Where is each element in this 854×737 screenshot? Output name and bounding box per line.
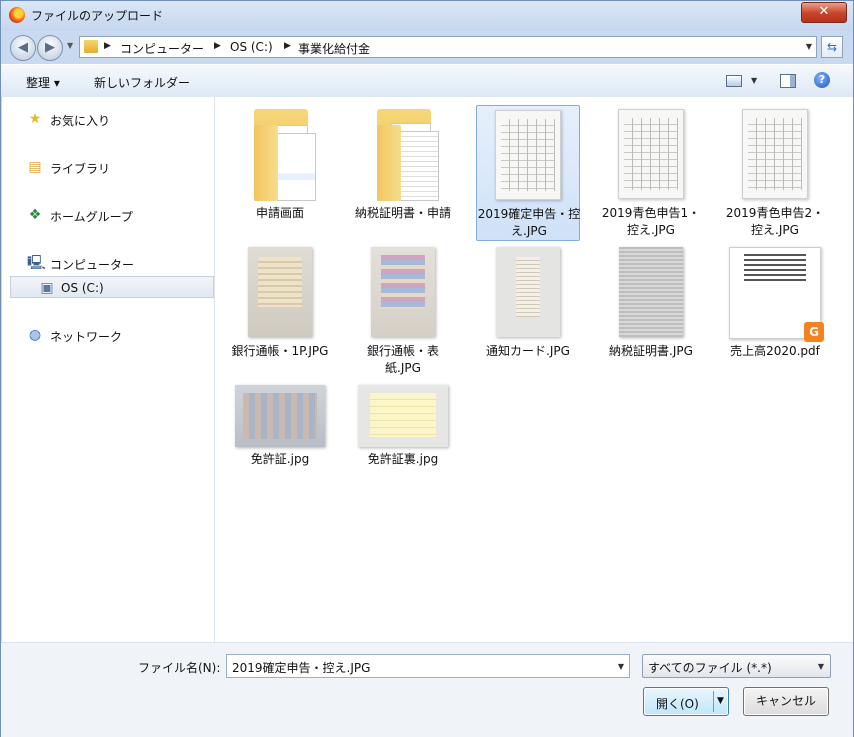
breadcrumb-folder[interactable]: 事業化給付金 [298, 40, 370, 57]
file-name: 売上高2020.pdf [730, 344, 820, 358]
file-item-selected[interactable]: 2019確定申告・控え.JPG [476, 105, 580, 241]
chevron-down-icon[interactable]: ▼ [806, 42, 812, 51]
file-item[interactable]: G 売上高2020.pdf [723, 243, 827, 379]
toolbar: 整理 ▾ 新しいフォルダー ▼ ? [1, 64, 853, 98]
image-thumbnail [235, 385, 325, 447]
image-thumbnail [618, 109, 684, 199]
firefox-icon [9, 7, 25, 23]
file-name: 2019確定申告・控え.JPG [477, 207, 581, 238]
navigation-pane: ★ お気に入り ▤ ライブラリ ❖ ホームグループ 🖳 コンピューター ▣ OS… [2, 97, 215, 642]
computer-icon: 🖳 [27, 255, 46, 271]
file-item[interactable]: 2019青色申告2・控え.JPG [723, 105, 827, 241]
file-upload-dialog: ファイルのアップロード ✕ ◀ ▶ ▼ ▶ コンピューター ▶ OS (C:) … [0, 0, 854, 737]
close-button[interactable]: ✕ [801, 2, 847, 23]
image-thumbnail [619, 247, 683, 337]
file-name: 申請画面 [255, 206, 304, 220]
view-options-icon[interactable] [726, 75, 742, 87]
drive-icon: ▣ [40, 280, 54, 296]
sidebar-item-network[interactable]: ◍ ネットワーク [2, 324, 214, 346]
file-name: 免許証裏.jpg [367, 452, 439, 466]
file-item[interactable]: 2019青色申告1・控え.JPG [599, 105, 703, 241]
breadcrumb-drive[interactable]: OS (C:) [230, 40, 273, 54]
open-button[interactable]: 開く(O) ▼ [643, 687, 729, 716]
file-item[interactable]: 申請画面 [228, 105, 332, 241]
sidebar-item-label: ライブラリ [50, 162, 111, 176]
pdf-thumbnail: G [729, 247, 824, 342]
file-item[interactable]: 免許証裏.jpg [351, 381, 455, 517]
file-item[interactable]: 銀行通帳・表紙.JPG [351, 243, 455, 379]
chevron-right-icon[interactable]: ▶ [214, 41, 221, 51]
breadcrumb-computer[interactable]: コンピューター [120, 40, 204, 57]
sidebar-item-label: ネットワーク [50, 330, 123, 344]
filename-label: ファイル名(N): [138, 661, 221, 675]
image-thumbnail [248, 247, 312, 337]
cancel-button[interactable]: キャンセル [743, 687, 829, 716]
sidebar-item-label: ホームグループ [50, 210, 133, 224]
file-name: 納税証明書.JPG [609, 344, 693, 358]
address-row: ◀ ▶ ▼ ▶ コンピューター ▶ OS (C:) ▶ 事業化給付金 ▼ ⇆ [1, 31, 853, 63]
folder-icon [84, 40, 98, 53]
file-name: 納税証明書・申請 [354, 206, 451, 220]
sidebar-item-os-drive[interactable]: ▣ OS (C:) [10, 276, 214, 298]
chevron-right-icon[interactable]: ▶ [284, 41, 291, 51]
sidebar-item-libraries[interactable]: ▤ ライブラリ [2, 156, 214, 178]
library-icon: ▤ [28, 159, 42, 175]
filetype-select[interactable]: すべてのファイル (*.*) ▼ [642, 654, 831, 678]
title-bar: ファイルのアップロード ✕ [1, 1, 853, 31]
chevron-down-icon: ▼ [817, 662, 824, 671]
file-item[interactable]: 免許証.jpg [228, 381, 332, 517]
preview-pane-icon[interactable] [780, 74, 796, 88]
forward-button[interactable]: ▶ [37, 35, 63, 61]
file-item[interactable]: 納税証明書.JPG [599, 243, 703, 379]
sidebar-item-favorites[interactable]: ★ お気に入り [2, 108, 214, 130]
file-name: 2019青色申告2・控え.JPG [725, 206, 825, 237]
organize-button[interactable]: 整理 ▾ [26, 74, 60, 91]
filename-input[interactable]: 2019確定申告・控え.JPG ▼ [226, 654, 630, 678]
sidebar-item-computer[interactable]: 🖳 コンピューター [2, 252, 214, 274]
filetype-value: すべてのファイル (*.*) [648, 661, 772, 675]
file-name: 2019青色申告1・控え.JPG [601, 206, 701, 237]
open-button-label: 開く(O) [656, 697, 699, 711]
sidebar-item-homegroup[interactable]: ❖ ホームグループ [2, 204, 214, 226]
homegroup-icon: ❖ [28, 207, 42, 223]
window-title: ファイルのアップロード [31, 9, 164, 23]
refresh-button[interactable]: ⇆ [821, 36, 843, 58]
file-name: 銀行通帳・表紙.JPG [366, 344, 439, 375]
file-item[interactable]: 納税証明書・申請 [351, 105, 455, 241]
image-thumbnail [371, 247, 435, 337]
image-thumbnail [358, 385, 448, 447]
file-name: 銀行通帳・1P.JPG [231, 344, 329, 358]
image-thumbnail [496, 247, 560, 337]
network-icon: ◍ [28, 327, 42, 343]
image-thumbnail [742, 109, 808, 199]
pdf-icon: G [804, 322, 824, 342]
dialog-footer: ファイル名(N): 2019確定申告・控え.JPG ▼ すべてのファイル (*.… [1, 642, 853, 737]
address-bar[interactable]: ▶ コンピューター ▶ OS (C:) ▶ 事業化給付金 ▼ [79, 36, 817, 58]
chevron-down-icon[interactable]: ▼ [717, 696, 724, 706]
back-button[interactable]: ◀ [10, 35, 36, 61]
file-name: 免許証.jpg [250, 452, 310, 466]
file-name: 通知カード.JPG [486, 344, 570, 358]
sidebar-item-label: コンピューター [50, 258, 135, 272]
chevron-right-icon[interactable]: ▶ [104, 41, 111, 51]
file-list: 申請画面 納税証明書・申請 2019確定申告・控え.JPG 2019青色申告1・… [215, 97, 853, 642]
recent-locations-dropdown-icon[interactable]: ▼ [67, 41, 73, 50]
image-thumbnail [495, 110, 561, 200]
file-item[interactable]: 通知カード.JPG [476, 243, 580, 379]
filename-value: 2019確定申告・控え.JPG [232, 661, 371, 675]
sidebar-item-label: お気に入り [50, 114, 111, 128]
chevron-down-icon[interactable]: ▼ [751, 76, 757, 85]
file-item[interactable]: 銀行通帳・1P.JPG [228, 243, 332, 379]
new-folder-button[interactable]: 新しいフォルダー [94, 74, 190, 91]
sidebar-item-label: OS (C:) [61, 281, 104, 295]
star-icon: ★ [28, 111, 42, 127]
chevron-down-icon[interactable]: ▼ [618, 662, 624, 671]
help-icon[interactable]: ? [814, 72, 830, 88]
